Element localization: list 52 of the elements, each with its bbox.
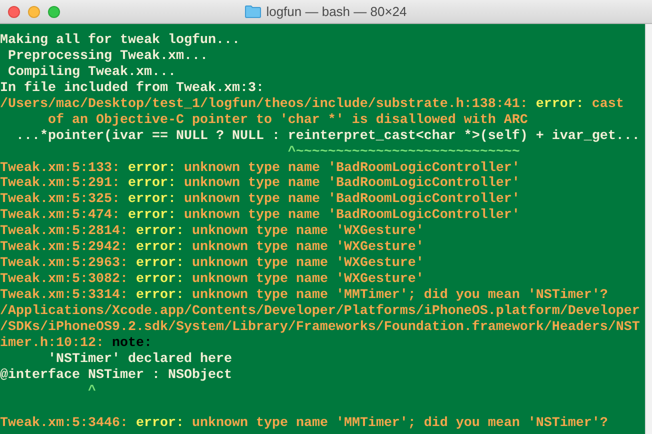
message-text: /Users/mac/Desktop/test_1/logfun/theos/include/substrate.h:138:41: <box>0 96 529 112</box>
error-label: error: <box>536 96 584 112</box>
caret-marker: ^ <box>86 384 96 399</box>
output-text: Making all for tweak logfun... <box>0 33 240 48</box>
message-text: Tweak.xm:5:325: <box>0 192 121 208</box>
message-text: unknown type name 'WXGesture' <box>190 272 424 288</box>
message-text: unknown type name 'WXGesture' <box>190 240 424 256</box>
message-text: /SDKs/iPhoneOS9.2.sdk/System/Library/Frameworks/Foundation.framework/Headers/NST <box>0 320 640 335</box>
error-label: error: <box>128 192 176 208</box>
message-text: unknown type name 'WXGesture' <box>190 256 424 272</box>
output-text: 'NSTimer' declared here <box>46 352 232 367</box>
message-text: Tweak.xm:5:3314: <box>0 288 129 303</box>
message-text: imer.h:10:12: <box>0 336 105 351</box>
error-label: error: <box>136 256 184 272</box>
message-text: Tweak.xm:5:133: <box>0 160 121 176</box>
error-label: error: <box>128 160 176 176</box>
message-text: of an Objective-C pointer to 'char *' is disallowed with ARC <box>46 112 528 128</box>
close-button[interactable] <box>8 6 20 18</box>
message-text: unknown type name 'WXGesture' <box>190 224 424 240</box>
error-label: error: <box>128 176 176 192</box>
error-label: error: <box>136 416 184 430</box>
message-text: cast <box>590 96 624 112</box>
message-text: Tweak.xm:5:2963: <box>0 256 129 272</box>
error-label: error: <box>136 272 184 288</box>
message-text: Tweak.xm:5:2942: <box>0 240 129 256</box>
message-text: unknown type name 'BadRoomLogicController' <box>182 208 520 224</box>
zoom-button[interactable] <box>48 6 60 18</box>
error-label: error: <box>136 224 184 240</box>
message-text: Tweak.xm:5:474: <box>0 208 121 224</box>
error-label: error: <box>128 208 176 224</box>
message-text: Tweak.xm:5:3082: <box>0 272 129 288</box>
message-text: Tweak.xm:5:2814: <box>0 224 129 240</box>
message-text: /Applications/Xcode.app/Contents/Developer/Platforms/iPhoneOS.platform/Developer <box>0 304 640 319</box>
caret-marker: ^~~~~~~~~~~~~~~~~~~~~~~~~~~~~ <box>286 144 520 160</box>
message-text: unknown type name 'BadRoomLogicController' <box>182 176 520 192</box>
message-text: Tweak.xm:5:3446: <box>0 416 129 430</box>
note-label: note: <box>112 336 152 351</box>
folder-icon <box>245 5 262 18</box>
output-text: In file included from Tweak.xm:3: <box>0 80 264 96</box>
message-text: unknown type name 'BadRoomLogicController' <box>182 160 520 176</box>
output-text: Compiling Tweak.xm... <box>6 64 176 80</box>
window-title: logfun — bash — 80×24 <box>266 2 407 21</box>
output-text: @interface NSTimer : NSObject <box>0 368 232 383</box>
error-label: error: <box>136 240 184 256</box>
error-label: error: <box>136 288 184 303</box>
message-text: Tweak.xm:5:291: <box>0 176 121 192</box>
output-text: Preprocessing Tweak.xm... <box>6 48 208 64</box>
output-text: ...*pointer(ivar == NULL ? NULL : reinterpret_cast<char *>(self) + ivar_get... <box>14 128 640 144</box>
minimize-button[interactable] <box>28 6 40 18</box>
message-text: unknown type name 'BadRoomLogicController' <box>182 192 520 208</box>
message-text: unknown type name 'MMTimer'; did you mean 'NSTimer'? <box>190 288 608 303</box>
message-text: unknown type name 'MMTimer'; did you mean 'NSTimer'? <box>190 416 608 430</box>
